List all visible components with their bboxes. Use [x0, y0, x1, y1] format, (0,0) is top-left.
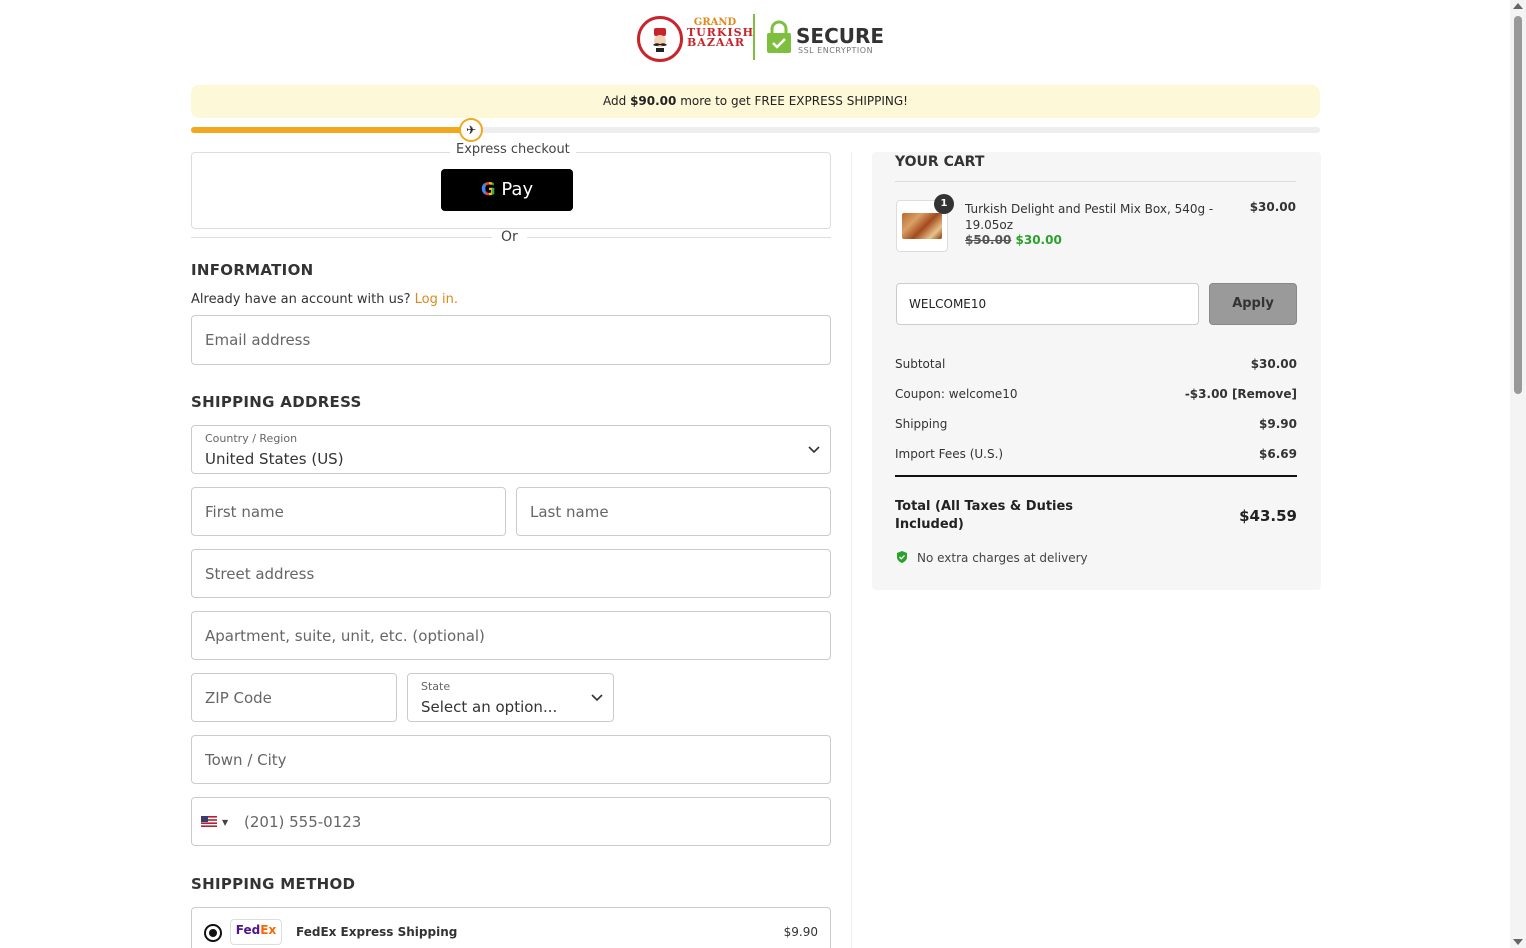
shipping-method-heading: SHIPPING METHOD — [191, 875, 356, 893]
google-pay-button[interactable]: G Pay — [441, 169, 573, 211]
country-value: United States (US) — [205, 450, 344, 468]
apply-coupon-button[interactable]: Apply — [1209, 283, 1297, 325]
shipping-label: Shipping — [895, 417, 948, 431]
import-fees-label: Import Fees (U.S.) — [895, 447, 1004, 461]
total-label: Total (All Taxes & Duties Included) — [895, 499, 1074, 532]
shipping-option-fedex[interactable]: FedEx FedEx Express Shipping $9.90 — [191, 907, 831, 948]
information-heading: INFORMATION — [191, 261, 314, 279]
cart-summary: YOUR CART 1 Turkish Delight and Pestil M… — [872, 152, 1321, 590]
or-label: Or — [492, 229, 527, 245]
state-value: Select an option... — [421, 698, 558, 716]
last-name-field[interactable] — [517, 488, 830, 535]
shipping-value: $9.90 — [1259, 417, 1297, 431]
fedex-logo: FedEx — [230, 919, 282, 945]
scrollbar-thumb[interactable] — [1514, 16, 1522, 394]
banner-prefix: Add — [603, 94, 627, 108]
email-field[interactable] — [192, 316, 830, 364]
coupon-remove-link[interactable]: -$3.00 [Remove] — [1185, 387, 1297, 401]
coupon-field-wrapper — [896, 283, 1199, 325]
cart-divider — [895, 181, 1296, 182]
logo-wordmark: GRAND TURKISH BAZAAR — [687, 18, 753, 49]
town-city-field[interactable] — [192, 736, 830, 783]
logo-emblem — [637, 16, 683, 62]
scroll-down-arrow-icon[interactable] — [1513, 939, 1523, 945]
state-select[interactable]: State Select an option... — [407, 673, 614, 722]
city-wrapper — [191, 735, 831, 784]
quantity-badge: 1 — [934, 194, 954, 214]
zip-wrapper — [191, 673, 397, 722]
turkish-delight-box-image — [902, 213, 942, 239]
shipping-option-name: FedEx Express Shipping — [296, 925, 458, 939]
total-value: $43.59 — [1239, 507, 1297, 525]
no-extra-charges-text: No extra charges at delivery — [917, 551, 1088, 565]
import-fees-value: $6.69 — [1259, 447, 1297, 461]
us-flag-icon[interactable] — [201, 816, 217, 827]
first-name-field[interactable] — [192, 488, 505, 535]
shipping-radio-selected[interactable] — [204, 924, 222, 942]
last-name-wrapper — [516, 487, 831, 536]
fedex-logo-ex: Ex — [260, 923, 277, 937]
shipping-address-heading: SHIPPING ADDRESS — [191, 393, 362, 411]
country-code-caret-icon[interactable]: ▼ — [222, 818, 228, 827]
fedex-logo-fed: Fed — [235, 923, 261, 937]
apartment-wrapper — [191, 611, 831, 660]
first-name-wrapper — [191, 487, 506, 536]
sale-price: $30.00 — [1015, 233, 1062, 247]
banner-suffix: more to get FREE EXPRESS SHIPPING! — [680, 94, 908, 108]
line-total: $30.00 — [1249, 200, 1296, 214]
lock-icon — [767, 20, 791, 53]
phone-wrapper: ▼ — [191, 797, 831, 846]
email-field-wrapper — [191, 315, 831, 365]
grand-turkish-bazaar-logo[interactable]: GRAND TURKISH BAZAAR — [637, 14, 753, 62]
airplane-icon: ✈ — [459, 118, 483, 142]
account-prompt: Already have an account with us? Log in. — [191, 292, 458, 307]
site-header: GRAND TURKISH BAZAAR SECURE SSL ENCRYPTI… — [0, 14, 1510, 66]
mustache-face-icon — [653, 28, 667, 52]
ssl-subtitle: SSL ENCRYPTION — [798, 46, 874, 55]
login-link[interactable]: Log in. — [415, 292, 458, 307]
product-prices: $50.00 $30.00 — [965, 233, 1062, 247]
account-prompt-text: Already have an account with us? — [191, 292, 411, 307]
scroll-up-arrow-icon[interactable] — [1513, 3, 1523, 9]
no-extra-charges-note: No extra charges at delivery — [897, 551, 1088, 565]
shipping-progress-bar: ✈ — [191, 118, 1320, 142]
free-shipping-banner: Add $90.00 more to get FREE EXPRESS SHIP… — [191, 85, 1320, 118]
country-select[interactable]: Country / Region United States (US) — [191, 425, 831, 474]
header-divider — [753, 14, 755, 60]
logo-line-bazaar: BAZAAR — [687, 36, 746, 49]
original-price: $50.00 — [965, 233, 1012, 247]
apartment-field[interactable] — [192, 612, 830, 659]
google-g-icon: G — [480, 179, 496, 200]
subtotal-label: Subtotal — [895, 357, 946, 371]
coupon-code-field[interactable] — [897, 284, 1198, 324]
chevron-down-icon — [808, 446, 820, 454]
shipping-progress-fill — [191, 127, 471, 133]
express-checkout-label: Express checkout — [450, 142, 576, 157]
zip-code-field[interactable] — [192, 674, 396, 721]
shield-check-icon — [897, 551, 907, 563]
country-label: Country / Region — [205, 432, 298, 445]
shipping-option-price: $9.90 — [783, 925, 818, 939]
column-divider — [851, 152, 852, 948]
street-address-field[interactable] — [192, 550, 830, 597]
cart-heading: YOUR CART — [895, 154, 985, 170]
summary-divider — [895, 475, 1297, 477]
state-label: State — [421, 680, 451, 693]
subtotal-value: $30.00 — [1250, 357, 1297, 371]
phone-field[interactable] — [232, 798, 830, 845]
coupon-label: Coupon: welcome10 — [895, 387, 1018, 401]
phone-input-container — [232, 798, 830, 845]
product-name: Turkish Delight and Pestil Mix Box, 540g… — [965, 202, 1214, 232]
chevron-down-icon — [591, 694, 603, 702]
secure-title: SECURE — [796, 24, 885, 48]
gpay-label: Pay — [501, 179, 534, 200]
banner-amount: $90.00 — [630, 94, 677, 108]
street-wrapper — [191, 549, 831, 598]
secure-ssl-badge: SECURE SSL ENCRYPTION — [766, 20, 884, 60]
page-scrollbar[interactable] — [1510, 0, 1526, 948]
